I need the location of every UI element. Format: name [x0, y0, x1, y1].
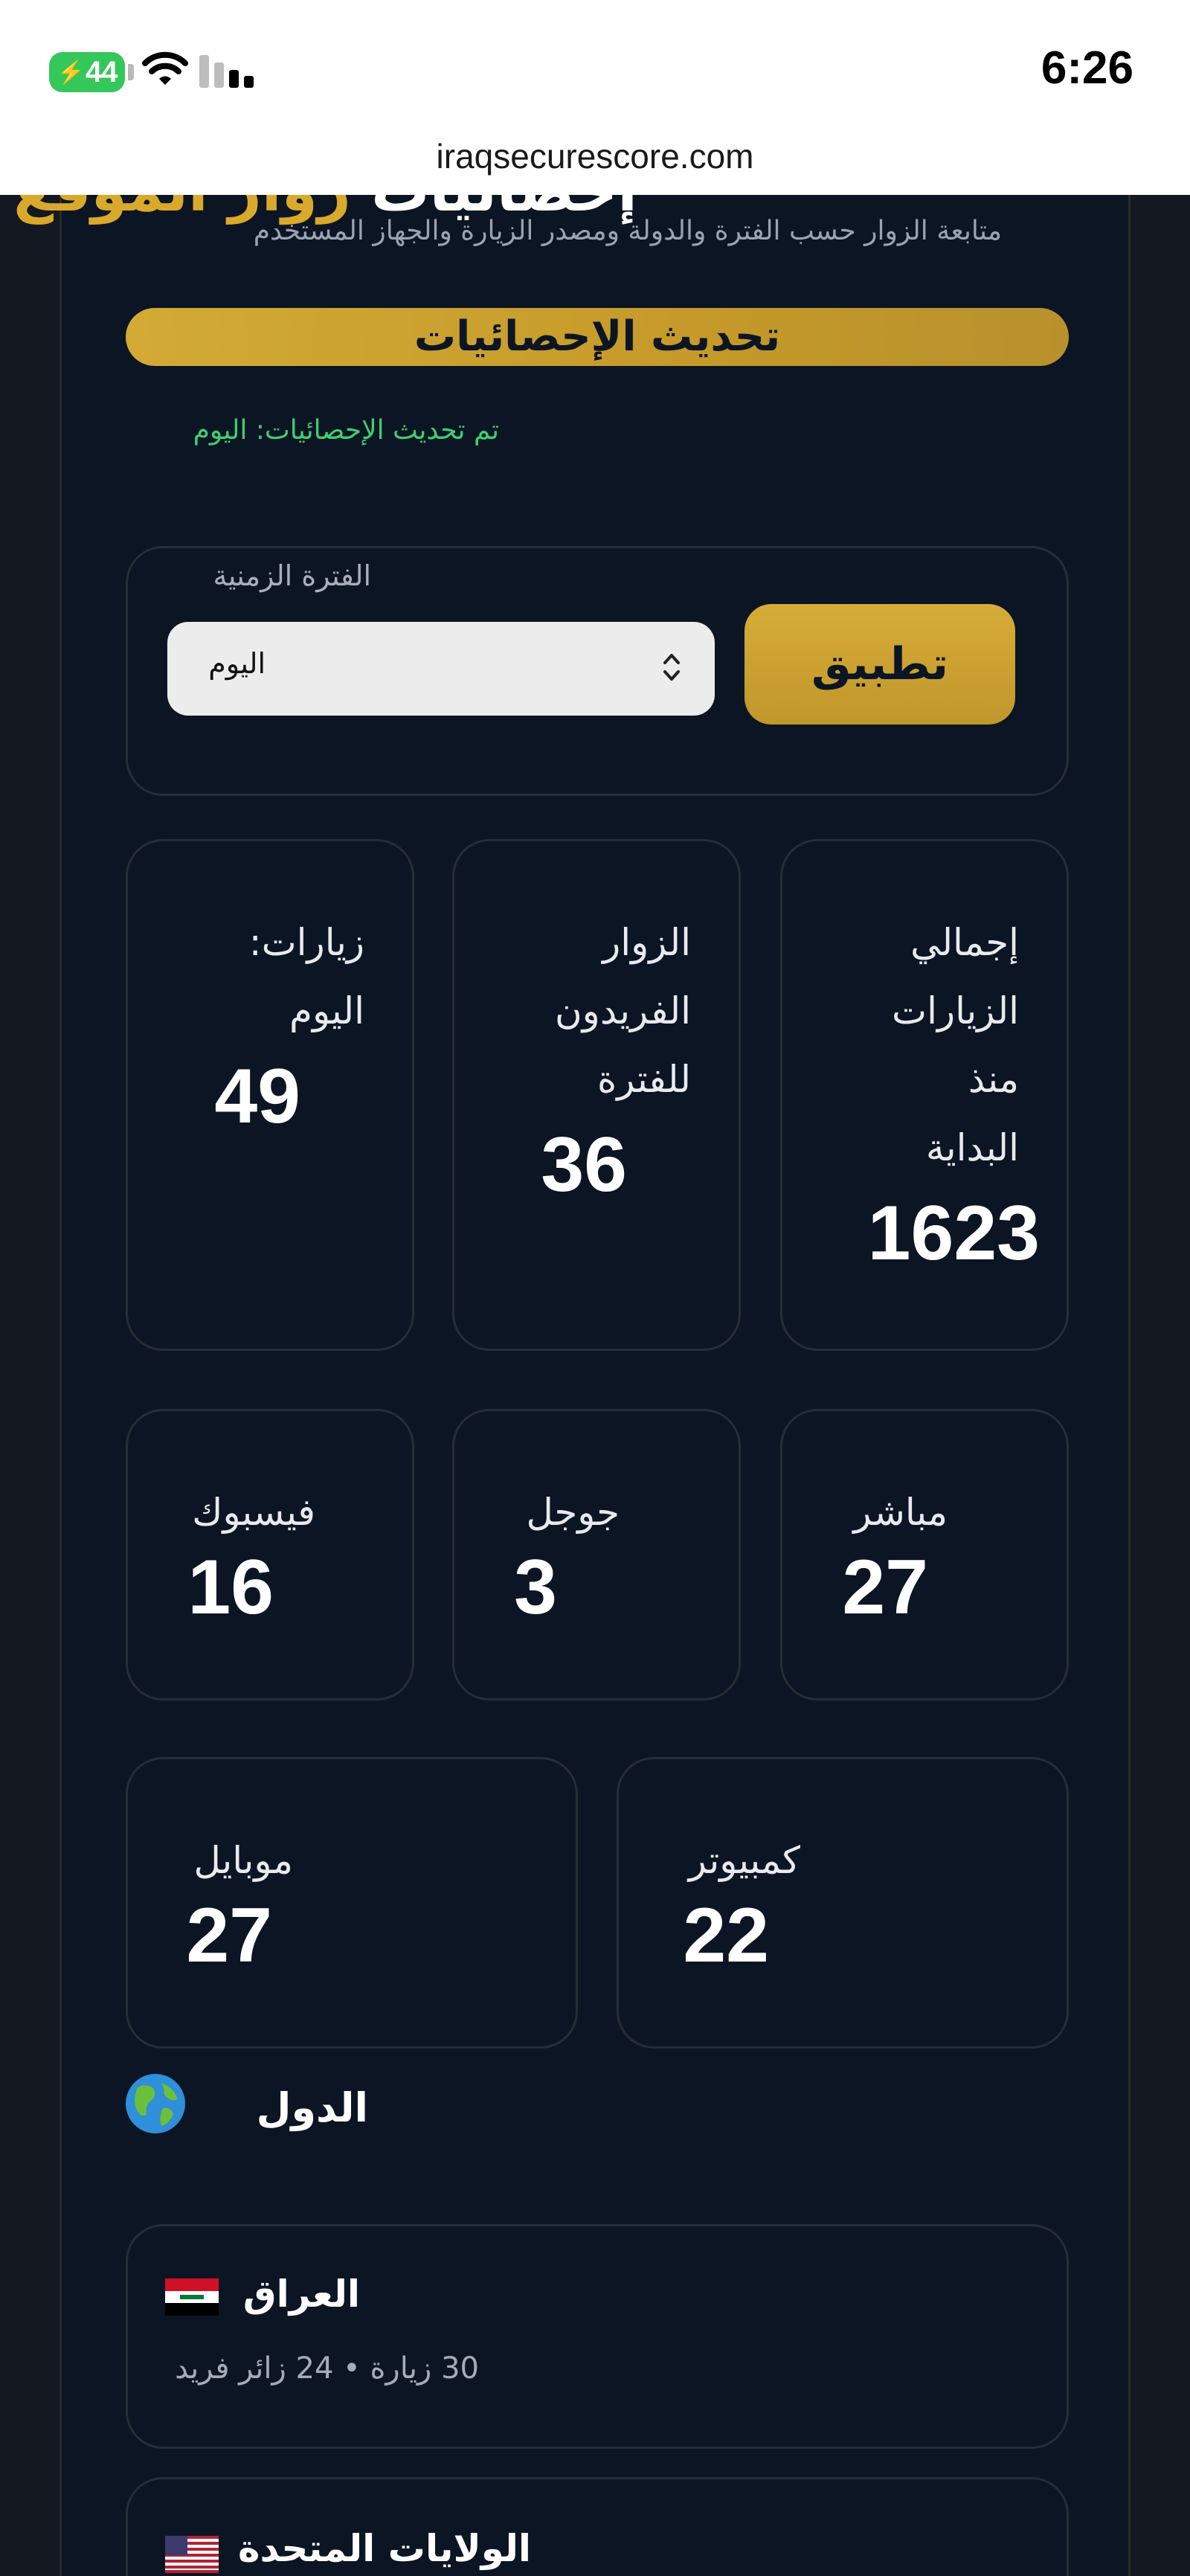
stat-value-google: 3 — [514, 1544, 557, 1631]
country-name-iraq: العراق — [242, 2273, 360, 2316]
address-bar[interactable]: iraqsecurescore.com — [0, 139, 1190, 195]
usa-flag-icon — [165, 2536, 219, 2573]
iraq-flag-icon — [165, 2278, 219, 2316]
stat-label-line: زيارات: — [248, 921, 364, 964]
period-select-value: اليوم — [208, 647, 266, 680]
stat-label-mobile: موبايل — [193, 1839, 293, 1882]
globe-icon — [126, 2074, 185, 2133]
country-card-iraq: العراق 30 زيارة • 24 زائر فريد — [126, 2224, 1069, 2449]
page-subtitle: متابعة الزوار حسب الفترة والدولة ومصدر ا… — [253, 216, 1002, 246]
battery-icon: ⚡ 44 — [49, 52, 125, 92]
cellular-signal-icon — [199, 55, 254, 88]
stat-label-google: جوجل — [526, 1491, 620, 1534]
stat-label-line: منذ — [968, 1058, 1019, 1101]
stat-label-line: البداية — [925, 1126, 1019, 1169]
battery-level: 44 — [85, 55, 118, 89]
stat-label-facebook: فيسبوك — [192, 1491, 315, 1534]
wifi-icon — [142, 51, 188, 85]
stat-card-unique-visitors: الزوار الفريدون للفترة 36 — [452, 839, 741, 1351]
stat-label-line: اليوم — [289, 989, 364, 1032]
stat-value-desktop: 22 — [683, 1892, 769, 1979]
status-bar: ⚡ 44 6:26 — [0, 0, 1190, 141]
period-filter-label: الفترة الزمنية — [213, 559, 371, 592]
stat-card-total-visits: إجمالي الزيارات منذ البداية 1623 — [780, 839, 1069, 1351]
period-select[interactable]: اليوم — [167, 622, 715, 716]
stat-label-direct: مباشر — [853, 1491, 948, 1534]
stat-label-desktop: كمبيوتر — [688, 1839, 800, 1882]
clock: 6:26 — [1041, 42, 1133, 94]
stat-label-line: الفريدون — [554, 989, 691, 1032]
country-meta-iraq: 30 زيارة • 24 زائر فريد — [175, 2351, 479, 2386]
stat-card-mobile: موبايل 27 — [126, 1757, 578, 2049]
stats-panel: إحصائيات زوار الموقع متابعة الزوار حسب ا… — [13, 195, 1130, 2576]
stat-value-facebook: 16 — [187, 1544, 274, 1631]
stat-card-google: جوجل 3 — [452, 1409, 741, 1700]
stat-label-line: إجمالي — [910, 921, 1019, 964]
stat-value-unique-visitors: 36 — [541, 1122, 627, 1208]
battery-tip — [128, 64, 134, 80]
stat-value-today-visits: 49 — [214, 1053, 300, 1140]
stat-label-line: الزيارات — [892, 989, 1019, 1032]
country-card-usa: الولايات المتحدة — [126, 2477, 1069, 2576]
country-name-usa: الولايات المتحدة — [238, 2527, 531, 2570]
refresh-stats-button[interactable]: تحديث الإحصائيات — [126, 308, 1069, 366]
last-updated-text: تم تحديث الإحصائيات: اليوم — [193, 415, 499, 446]
apply-button[interactable]: تطبيق — [744, 604, 1015, 725]
stat-value-total-visits: 1623 — [867, 1190, 1040, 1276]
countries-section-title: الدول — [256, 2084, 368, 2131]
stat-card-desktop: كمبيوتر 22 — [617, 1757, 1069, 2049]
chevron-up-down-icon — [663, 654, 680, 681]
stat-value-mobile: 27 — [186, 1892, 272, 1979]
stat-label-line: للفترة — [597, 1058, 691, 1101]
stat-label-line: الزوار — [602, 921, 691, 964]
stat-card-today-visits: زيارات: اليوم 49 — [126, 839, 414, 1351]
page-content: إحصائيات زوار الموقع متابعة الزوار حسب ا… — [0, 195, 1190, 2576]
stat-value-direct: 27 — [842, 1544, 928, 1631]
stat-card-facebook: فيسبوك 16 — [126, 1409, 414, 1700]
stat-card-direct: مباشر 27 — [780, 1409, 1069, 1700]
